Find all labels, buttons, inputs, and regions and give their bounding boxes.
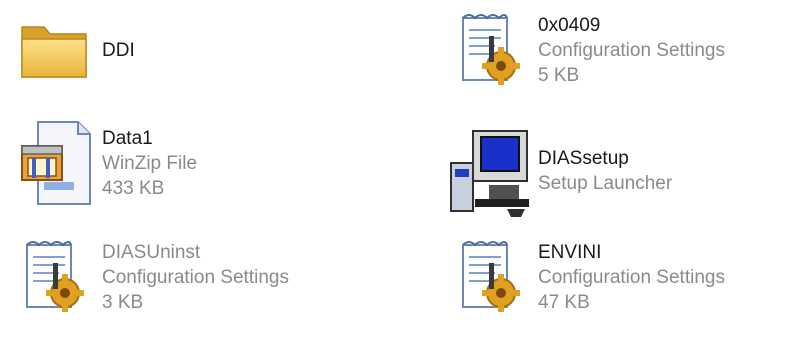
file-details: DIASUninst Configuration Settings 3 KB: [102, 240, 289, 315]
file-size: 5 KB: [538, 64, 580, 86]
file-item-ddi[interactable]: DDI: [8, 0, 135, 100]
file-type: Setup Launcher: [538, 173, 673, 194]
file-size: 3 KB: [102, 291, 144, 313]
file-name: Data1: [102, 127, 153, 149]
folder-icon: [8, 0, 100, 100]
winzip-file-icon: [8, 113, 100, 213]
config-settings-icon: [444, 0, 536, 100]
file-name: 0x0409: [538, 14, 601, 36]
file-type: WinZip File: [102, 152, 198, 174]
file-size: 433 KB: [102, 177, 165, 199]
file-details: Data1 WinZip File 433 KB: [102, 126, 197, 201]
file-details: DDI: [102, 38, 135, 63]
config-settings-icon: [8, 227, 100, 327]
file-name: DDI: [102, 39, 135, 61]
file-details: 0x0409 Configuration Settings 5 KB: [538, 13, 725, 88]
file-item-diassetup[interactable]: DIASsetup Setup Launcher: [444, 121, 672, 221]
file-item-diasuninst[interactable]: DIASUninst Configuration Settings 3 KB: [8, 227, 289, 327]
file-name: DIASsetup: [538, 148, 629, 169]
file-name: DIASUninst: [102, 241, 201, 263]
file-item-0x0409[interactable]: 0x0409 Configuration Settings 5 KB: [444, 0, 725, 100]
file-size: 47 KB: [538, 291, 590, 313]
file-item-envini[interactable]: ENVINI Configuration Settings 47 KB: [444, 227, 725, 327]
file-name: ENVINI: [538, 241, 602, 263]
file-type: Configuration Settings: [102, 266, 289, 288]
file-item-data1[interactable]: Data1 WinZip File 433 KB: [8, 113, 197, 213]
setup-launcher-icon: [444, 121, 536, 221]
file-details: ENVINI Configuration Settings 47 KB: [538, 240, 725, 315]
file-type: Configuration Settings: [538, 266, 725, 288]
file-details: DIASsetup Setup Launcher: [538, 146, 672, 196]
file-type: Configuration Settings: [538, 39, 725, 61]
config-settings-icon: [444, 227, 536, 327]
